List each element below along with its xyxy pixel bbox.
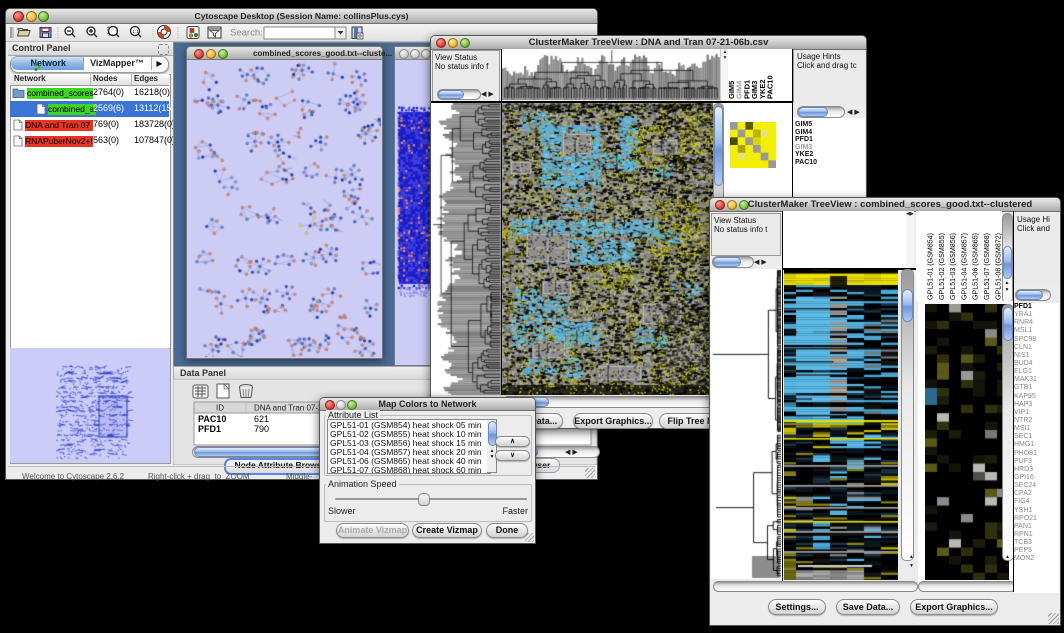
svg-text:621: 621	[254, 414, 269, 424]
svg-text:GPL51-02 (GSM855): GPL51-02 (GSM855)	[938, 233, 946, 300]
svg-text:GPL51-07 (GSM868): GPL51-07 (GSM868)	[983, 233, 991, 300]
svg-text:GPL51-06 (GSM865): GPL51-06 (GSM865)	[972, 233, 980, 300]
svg-text:Search:: Search:	[230, 28, 263, 39]
svg-text:790: 790	[254, 424, 269, 434]
svg-text:1:1: 1:1	[133, 29, 140, 34]
svg-text:ID: ID	[216, 404, 224, 413]
svg-text:PAC10: PAC10	[766, 75, 775, 99]
svg-text:GPL51-01 (GSM854): GPL51-01 (GSM854)	[927, 233, 935, 300]
svg-text:GPL51-04 (GSM857): GPL51-04 (GSM857)	[960, 233, 968, 300]
svg-text:PFD1: PFD1	[198, 424, 221, 434]
svg-text:GPL51-08 (GSM872): GPL51-08 (GSM872)	[994, 233, 1002, 300]
svg-text:GPL51-03 (GSM856): GPL51-03 (GSM856)	[949, 233, 957, 300]
svg-text:PAC10: PAC10	[198, 414, 226, 424]
